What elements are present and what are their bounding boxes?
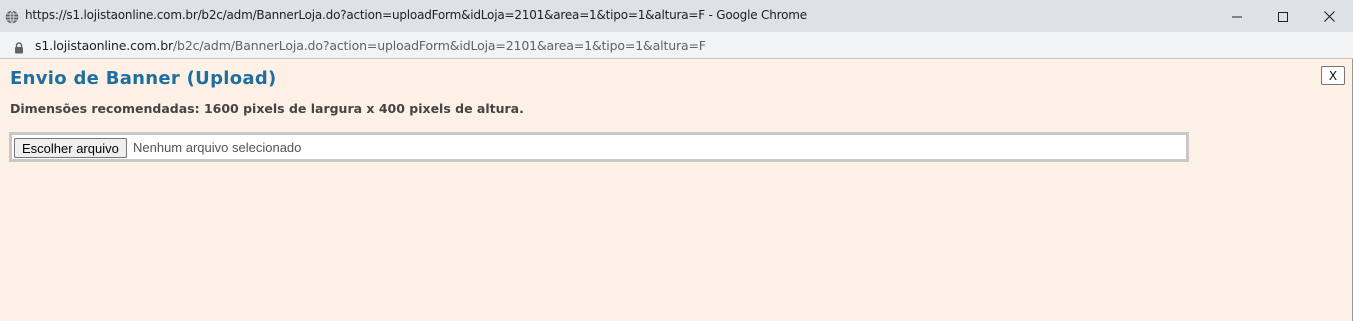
recommended-dimensions-note: Dimensões recomendadas: 1600 pixels de l… bbox=[10, 101, 524, 116]
close-dialog-button[interactable]: X bbox=[1321, 66, 1345, 85]
maximize-button[interactable] bbox=[1260, 0, 1306, 32]
url-host: s1.lojistaonline.com.br bbox=[35, 38, 173, 53]
browser-window: https://s1.lojistaonline.com.br/b2c/adm/… bbox=[0, 0, 1353, 321]
url-text[interactable]: s1.lojistaonline.com.br/b2c/adm/BannerLo… bbox=[35, 38, 706, 53]
minimize-icon bbox=[1232, 7, 1242, 26]
window-title: https://s1.lojistaonline.com.br/b2c/adm/… bbox=[25, 8, 807, 22]
minimize-button[interactable] bbox=[1214, 0, 1260, 32]
maximize-icon bbox=[1278, 7, 1288, 26]
window-close-button[interactable] bbox=[1306, 0, 1352, 32]
title-bar: https://s1.lojistaonline.com.br/b2c/adm/… bbox=[0, 0, 1353, 32]
url-path: /b2c/adm/BannerLoja.do?action=uploadForm… bbox=[172, 38, 706, 53]
address-bar[interactable]: s1.lojistaonline.com.br/b2c/adm/BannerLo… bbox=[0, 32, 1353, 59]
close-icon bbox=[1323, 7, 1335, 26]
page-title: Envio de Banner (Upload) bbox=[10, 68, 277, 89]
lock-icon[interactable] bbox=[14, 39, 24, 54]
choose-file-button[interactable]: Escolher arquivo bbox=[14, 138, 127, 158]
file-upload-field[interactable]: Escolher arquivo Nenhum arquivo selecion… bbox=[9, 132, 1189, 162]
globe-icon bbox=[5, 9, 19, 24]
page-content: Envio de Banner (Upload) X Dimensões rec… bbox=[0, 59, 1352, 321]
file-status-text: Nenhum arquivo selecionado bbox=[133, 140, 302, 155]
